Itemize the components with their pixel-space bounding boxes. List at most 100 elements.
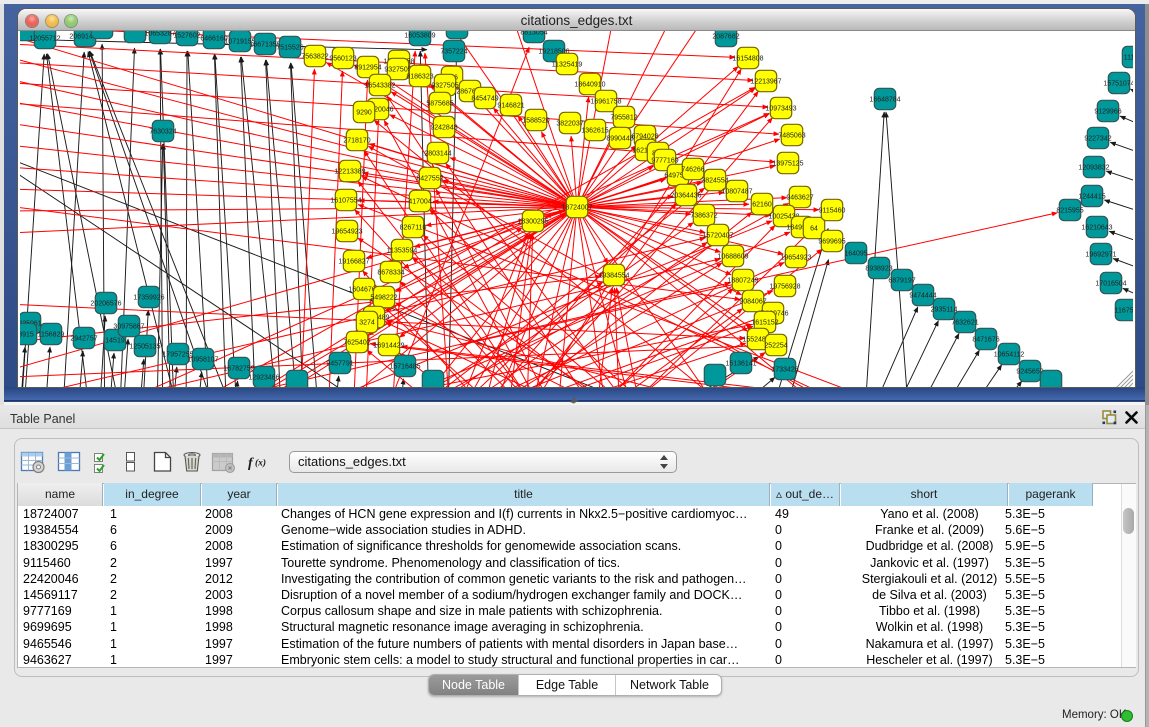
- svg-text:2935114: 2935114: [931, 307, 958, 314]
- svg-text:17359926: 17359926: [133, 295, 164, 302]
- svg-text:3915: 3915: [20, 332, 34, 339]
- svg-text:1615152: 1615152: [751, 320, 778, 327]
- svg-text:17016504: 17016504: [1095, 281, 1126, 288]
- svg-text:9227342: 9227342: [1084, 136, 1111, 143]
- svg-text:18300295: 18300295: [517, 219, 548, 226]
- svg-text:14519: 14519: [105, 338, 125, 345]
- svg-text:19654923: 19654923: [331, 229, 362, 236]
- svg-text:16154808: 16154808: [732, 56, 763, 63]
- svg-text:11325419: 11325419: [552, 62, 583, 69]
- svg-text:64: 64: [810, 226, 818, 233]
- svg-text:164095: 164095: [844, 251, 867, 258]
- svg-text:3274: 3274: [359, 320, 375, 327]
- svg-text:12923466: 12923466: [248, 375, 279, 382]
- svg-text:18724007: 18724007: [561, 205, 592, 212]
- svg-text:15716485: 15716485: [389, 364, 420, 371]
- svg-text:16648784: 16648784: [869, 97, 900, 104]
- svg-text:1244415: 1244415: [1078, 194, 1105, 201]
- svg-text:7630324: 7630324: [149, 129, 176, 136]
- svg-text:116753: 116753: [1115, 308, 1133, 315]
- svg-text:f: f: [248, 456, 254, 471]
- svg-text:8267110: 8267110: [400, 225, 427, 232]
- svg-text:16782759: 16782759: [223, 366, 254, 373]
- svg-text:8454749: 8454749: [471, 96, 498, 103]
- svg-text:8813054: 8813054: [520, 31, 547, 37]
- svg-text:8215955: 8215955: [1056, 208, 1083, 215]
- svg-text:8427552: 8427552: [416, 176, 443, 183]
- svg-text:7632621: 7632621: [951, 320, 978, 327]
- svg-text:10653287: 10653287: [144, 31, 175, 38]
- svg-text:16107554: 16107554: [330, 198, 361, 205]
- svg-text:7515526: 7515526: [276, 45, 303, 52]
- svg-text:19384554: 19384554: [598, 273, 629, 280]
- svg-text:9560123: 9560123: [329, 56, 356, 63]
- svg-text:19654923: 19654923: [780, 255, 811, 262]
- svg-text:12055712: 12055712: [29, 36, 60, 43]
- svg-text:9474444: 9474444: [909, 293, 936, 300]
- svg-text:9115460: 9115460: [819, 208, 846, 215]
- svg-text:1527602: 1527602: [173, 33, 200, 40]
- svg-text:8678334: 8678334: [377, 270, 404, 277]
- svg-text:12213967: 12213967: [750, 79, 781, 86]
- svg-text:7625402: 7625402: [343, 340, 370, 347]
- svg-text:16053809: 16053809: [404, 33, 435, 40]
- svg-text:3822037: 3822037: [556, 121, 583, 128]
- svg-text:16210643: 16210643: [1081, 225, 1112, 232]
- svg-text:12213389: 12213389: [334, 169, 365, 176]
- svg-text:2087682: 2087682: [712, 34, 739, 41]
- svg-text:12093832: 12093832: [1078, 165, 1109, 172]
- svg-text:20206576: 20206576: [90, 301, 121, 308]
- svg-text:8471676: 8471676: [972, 337, 999, 344]
- svg-text:11353594: 11353594: [387, 248, 418, 255]
- svg-text:20364436: 20364436: [670, 193, 701, 200]
- svg-text:10688609: 10688609: [717, 254, 748, 261]
- svg-text:746266: 746266: [681, 167, 704, 174]
- svg-text:7563822: 7563822: [301, 54, 328, 61]
- svg-text:9463627: 9463627: [786, 195, 813, 202]
- svg-text:8938923: 8938923: [865, 266, 892, 273]
- svg-text:9777169: 9777169: [651, 158, 678, 165]
- svg-text:3824554: 3824554: [701, 178, 728, 185]
- svg-text:62160: 62160: [752, 202, 772, 209]
- svg-text:10654112: 10654112: [994, 352, 1025, 359]
- svg-text:9327505: 9327505: [431, 83, 458, 90]
- svg-text:7485063: 7485063: [778, 133, 805, 140]
- svg-text:9457791: 9457791: [326, 361, 353, 368]
- svg-text:13975125: 13975125: [772, 161, 803, 168]
- svg-text:10958107: 10958107: [187, 357, 218, 364]
- svg-text:8990448: 8990448: [606, 136, 633, 143]
- svg-text:15136141: 15136141: [725, 361, 756, 368]
- svg-text:9242848: 9242848: [430, 125, 457, 132]
- svg-text:15751074: 15751074: [1103, 81, 1133, 88]
- svg-text:9146821: 9146821: [497, 103, 524, 110]
- svg-text:7955812: 7955812: [610, 115, 637, 122]
- svg-text:10807487: 10807487: [721, 189, 752, 196]
- svg-text:(x): (x): [255, 458, 266, 469]
- svg-text:9327505: 9327505: [384, 67, 411, 74]
- svg-text:6879197: 6879197: [888, 278, 915, 285]
- svg-text:8912954: 8912954: [354, 65, 381, 72]
- svg-text:7357224: 7357224: [440, 49, 467, 56]
- svg-text:5498222: 5498222: [370, 295, 397, 302]
- svg-text:1362615: 1362615: [581, 128, 608, 135]
- svg-text:1733426: 1733426: [771, 367, 798, 374]
- svg-text:417004: 417004: [408, 199, 431, 206]
- svg-text:1588520: 1588520: [522, 118, 549, 125]
- svg-text:7386372: 7386372: [690, 213, 717, 220]
- svg-text:18807249: 18807249: [727, 278, 758, 285]
- svg-text:8186323: 8186323: [406, 74, 433, 81]
- svg-text:19166827: 19166827: [338, 259, 369, 266]
- svg-text:19692971: 19692971: [1085, 252, 1116, 259]
- svg-text:16961758: 16961758: [590, 99, 621, 106]
- svg-text:252254: 252254: [764, 343, 787, 350]
- svg-text:2942757: 2942757: [70, 336, 97, 343]
- svg-text:2803144: 2803144: [424, 151, 451, 158]
- svg-text:9699695: 9699695: [818, 239, 845, 246]
- svg-text:9290: 9290: [356, 110, 372, 117]
- svg-text:16914429: 16914429: [373, 343, 404, 350]
- svg-text:18640910: 18640910: [574, 82, 605, 89]
- svg-text:11172: 11172: [1124, 55, 1133, 62]
- svg-text:10973493: 10973493: [765, 106, 796, 113]
- svg-text:2718170: 2718170: [343, 138, 370, 145]
- svg-text:15720407: 15720407: [702, 233, 733, 240]
